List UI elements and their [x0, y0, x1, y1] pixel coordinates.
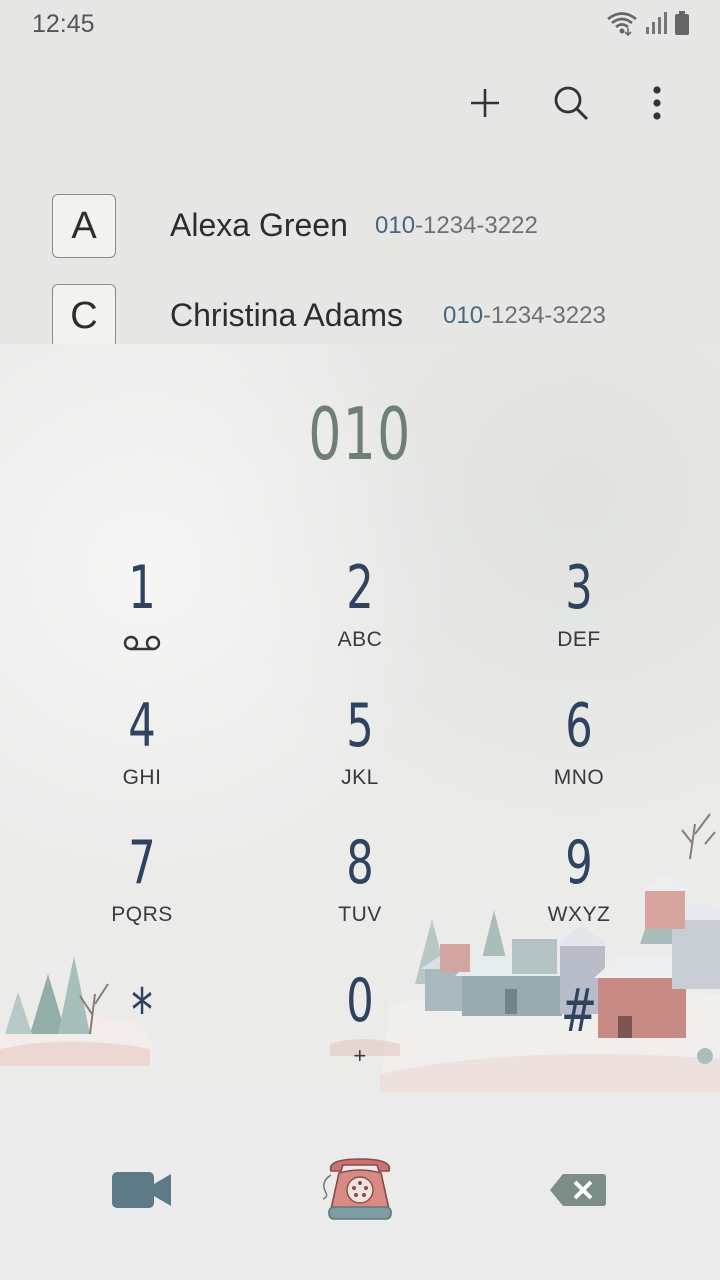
key-6[interactable]: 6 MNO [479, 694, 679, 814]
phone-call-icon [322, 1158, 392, 1220]
delete-button[interactable] [528, 1150, 628, 1230]
key-hash[interactable]: # [479, 969, 679, 1089]
contact-row[interactable]: A Alexa Green 010-1234-3222 [0, 194, 720, 274]
key-star[interactable]: * [42, 969, 242, 1089]
wifi-icon [607, 12, 637, 36]
voicemail-icon [123, 635, 161, 651]
status-bar: 12:45 [0, 0, 720, 50]
dialed-number: 010 [308, 392, 412, 476]
video-call-icon [112, 1172, 171, 1208]
key-letters: TUV [338, 903, 382, 926]
add-contact-button[interactable] [462, 80, 508, 126]
key-letters: JKL [341, 766, 379, 789]
key-letters: + [353, 1043, 367, 1068]
contact-name: Alexa Green [170, 207, 348, 243]
battery-icon [675, 11, 689, 35]
status-time: 12:45 [32, 10, 95, 38]
key-letters: ABC [337, 628, 383, 651]
key-digit: * [131, 976, 153, 1046]
backspace-icon [550, 1174, 606, 1206]
number-rest: -1234-3223 [483, 302, 606, 329]
contact-number: 010-1234-3222 [375, 212, 538, 240]
key-letters: GHI [122, 766, 162, 789]
key-digit: 9 [565, 828, 593, 898]
dialpad: 010 1 2 ABC 3 DEF 4 GHI 5 JKL 6 MNO 7 PQ… [0, 344, 720, 1092]
contact-name: Christina Adams [170, 297, 403, 333]
key-letters: PQRS [111, 903, 173, 926]
contact-letter-avatar: A [52, 194, 116, 258]
key-4[interactable]: 4 GHI [42, 694, 242, 814]
key-digit: 4 [128, 691, 156, 761]
key-digit: 0 [346, 966, 374, 1036]
key-7[interactable]: 7 PQRS [42, 831, 242, 951]
key-digit: 3 [565, 553, 593, 623]
key-0[interactable]: 0 + [260, 969, 460, 1089]
call-action-bar [0, 1092, 720, 1280]
key-digit: 6 [565, 691, 593, 761]
key-digit: 8 [346, 828, 374, 898]
key-digit: 7 [128, 828, 156, 898]
signal-icon [646, 12, 667, 34]
key-8[interactable]: 8 TUV [260, 831, 460, 951]
key-digit: # [560, 976, 598, 1046]
key-letters: DEF [557, 628, 601, 651]
plus-icon [471, 89, 499, 117]
key-5[interactable]: 5 JKL [260, 694, 460, 814]
call-button[interactable] [310, 1148, 410, 1228]
more-options-button[interactable] [634, 80, 680, 126]
key-1[interactable]: 1 [42, 556, 242, 676]
key-digit: 1 [128, 553, 156, 623]
number-rest: -1234-3222 [415, 212, 538, 239]
key-2[interactable]: 2 ABC [260, 556, 460, 676]
number-match: 010 [375, 212, 416, 239]
number-match: 010 [443, 302, 484, 329]
status-icons [606, 10, 690, 36]
key-digit: 5 [346, 691, 374, 761]
key-letters: MNO [553, 766, 605, 789]
key-9[interactable]: 9 WXYZ [479, 831, 679, 951]
search-icon [554, 86, 589, 121]
search-button[interactable] [548, 80, 594, 126]
contact-letter-avatar: C [52, 284, 116, 348]
video-call-button[interactable] [92, 1150, 192, 1230]
toolbar [462, 80, 680, 126]
key-3[interactable]: 3 DEF [479, 556, 679, 676]
key-letters: WXYZ [547, 903, 611, 926]
contact-number: 010-1234-3223 [443, 302, 606, 330]
key-digit: 2 [346, 553, 374, 623]
more-vert-icon [653, 86, 661, 120]
